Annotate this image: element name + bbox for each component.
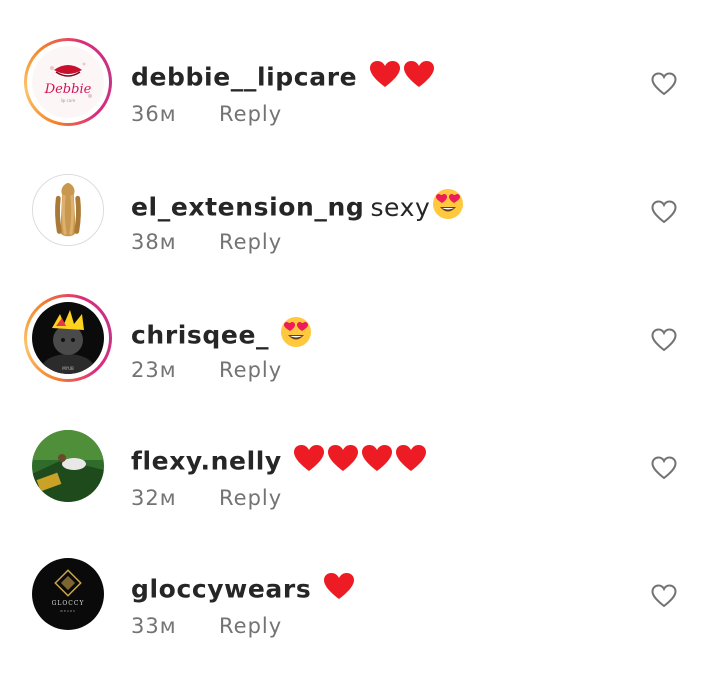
comment-meta: 23м Reply: [131, 358, 281, 382]
timestamp: 33м: [131, 614, 177, 638]
red-heart-emoji: [395, 444, 427, 481]
red-heart-emoji: [361, 444, 393, 481]
avatar-story-ring[interactable]: Debbie lip care: [24, 38, 112, 126]
username[interactable]: chrisqee_: [131, 321, 269, 350]
red-heart-emoji: [403, 60, 435, 97]
comment-line: gloccywears: [131, 572, 355, 609]
comment-line: chrisqee_: [131, 316, 312, 357]
reply-button[interactable]: Reply: [219, 486, 282, 510]
avatar: Debbie lip care: [32, 46, 104, 118]
username[interactable]: debbie__lipcare: [131, 63, 357, 92]
timestamp: 32м: [131, 486, 177, 510]
svg-text:lip care: lip care: [61, 98, 76, 103]
comment-item: flexy.nelly 32м Reply: [0, 420, 720, 548]
red-heart-emoji: [369, 60, 401, 97]
avatar-story-ring[interactable]: MYUB: [24, 294, 112, 382]
like-heart-icon[interactable]: [651, 72, 677, 96]
comment-meta: 36м Reply: [131, 102, 281, 126]
username[interactable]: flexy.nelly: [131, 447, 282, 476]
username[interactable]: gloccywears: [131, 575, 311, 604]
comment-line: el_extension_ng sexy: [131, 188, 464, 229]
like-heart-icon[interactable]: [651, 584, 677, 608]
reply-button[interactable]: Reply: [219, 102, 282, 126]
comment-text: sexy: [370, 192, 431, 222]
svg-text:Debbie: Debbie: [44, 82, 92, 97]
red-heart-emoji: [323, 572, 355, 609]
timestamp: 38м: [131, 230, 177, 254]
like-heart-icon[interactable]: [651, 328, 677, 352]
timestamp: 23м: [131, 358, 177, 382]
reply-button[interactable]: Reply: [219, 614, 282, 638]
comment-item: Debbie lip care debbie__lipcare 36м Repl…: [0, 36, 720, 164]
heart-eyes-emoji: [432, 188, 464, 229]
like-heart-icon[interactable]: [651, 456, 677, 480]
timestamp: 36м: [131, 102, 177, 126]
comment-meta: 32м Reply: [131, 486, 281, 510]
username[interactable]: el_extension_ng: [131, 193, 364, 222]
svg-text:MYUB: MYUB: [62, 366, 74, 371]
avatar[interactable]: [32, 430, 104, 502]
heart-eyes-emoji: [280, 316, 312, 357]
svg-text:WEARS: WEARS: [60, 609, 76, 613]
avatar: MYUB: [32, 302, 104, 374]
comment-meta: 38м Reply: [131, 230, 281, 254]
avatar[interactable]: GLOCCY WEARS: [32, 558, 104, 630]
avatar[interactable]: [32, 174, 104, 246]
comment-item: el_extension_ng sexy 38м Reply: [0, 164, 720, 292]
reply-button[interactable]: Reply: [219, 230, 282, 254]
comment-item: GLOCCY WEARS gloccywears 33м Reply: [0, 548, 720, 676]
red-heart-emoji: [327, 444, 359, 481]
like-heart-icon[interactable]: [651, 200, 677, 224]
red-heart-emoji: [293, 444, 325, 481]
comment-meta: 33м Reply: [131, 614, 281, 638]
comment-line: debbie__lipcare: [131, 60, 435, 97]
reply-button[interactable]: Reply: [219, 358, 282, 382]
svg-text:GLOCCY: GLOCCY: [52, 600, 85, 607]
comment-item: MYUB chrisqee_ 23м Reply: [0, 292, 720, 420]
comment-line: flexy.nelly: [131, 444, 427, 481]
